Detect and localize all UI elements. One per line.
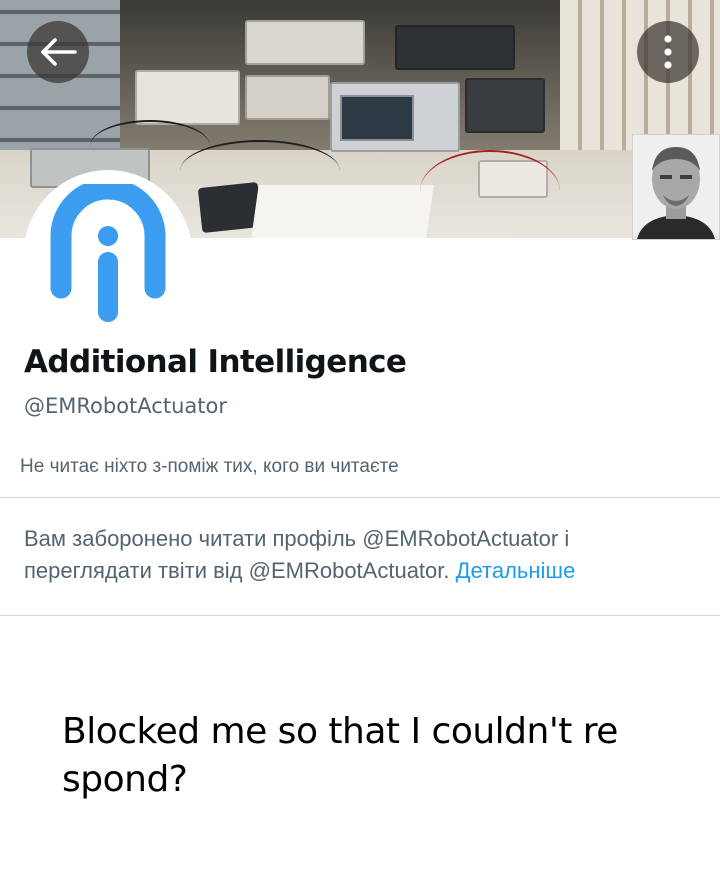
profile-avatar[interactable] <box>24 170 192 338</box>
profile-name: Additional Intelligence <box>24 344 407 380</box>
banner-instrument <box>245 20 365 65</box>
caption-text: Blocked me so that I couldn't re spond? <box>62 708 662 804</box>
more-options-button[interactable] <box>637 21 699 83</box>
banner-instrument <box>395 25 515 70</box>
followers-you-know-note: Не читає ніхто з-поміж тих, кого ви чита… <box>20 456 399 477</box>
banner-instrument <box>465 78 545 133</box>
overlay-person-photo <box>632 134 720 240</box>
profile-handle: @EMRobotActuator <box>24 394 227 418</box>
learn-more-link[interactable]: Детальніше <box>456 558 576 583</box>
banner-instrument <box>135 70 240 125</box>
back-button[interactable] <box>27 21 89 83</box>
blocked-notice-text-line2: переглядати твіти від @EMRobotActuator. <box>24 558 456 583</box>
divider <box>0 497 720 498</box>
info-i-logo-icon <box>49 184 167 324</box>
arrow-left-icon <box>39 37 77 67</box>
banner-oscilloscope-screen <box>340 95 414 141</box>
blocked-notice-text-line1: Вам заборонено читати профіль @EMRobotAc… <box>24 526 570 551</box>
more-vertical-icon <box>663 34 673 70</box>
blocked-notice: Вам заборонено читати профіль @EMRobotAc… <box>24 523 694 587</box>
banner-wire <box>90 120 210 172</box>
banner-wire <box>420 150 560 232</box>
caption-line1: Blocked me so that I couldn't re <box>62 711 618 752</box>
divider <box>0 615 720 616</box>
banner-instrument <box>245 75 330 120</box>
caption-line2: spond? <box>62 759 188 800</box>
